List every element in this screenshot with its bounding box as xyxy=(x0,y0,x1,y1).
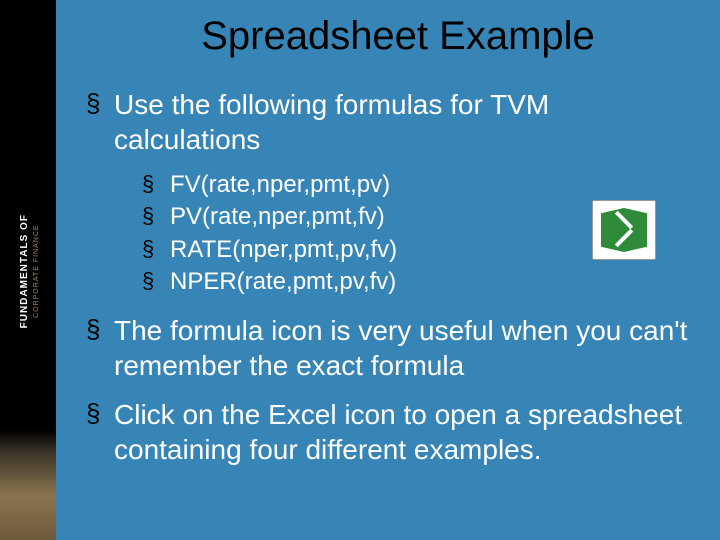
sub-bullet-text: FV(rate,nper,pmt,pv) xyxy=(170,171,390,198)
slide-title: Spreadsheet Example xyxy=(86,14,690,59)
spine-line1: FUNDAMENTALS OF xyxy=(19,151,31,391)
book-spine-text: FUNDAMENTALS OF CORPORATE FINANCE xyxy=(19,151,41,391)
excel-icon-glyph xyxy=(601,208,647,252)
bullet-text: Use the following formulas for TVM calcu… xyxy=(114,89,549,155)
bullet-text: The formula icon is very useful when you… xyxy=(114,315,687,381)
spine-line2: CORPORATE FINANCE xyxy=(33,151,41,391)
bullet-list: Use the following formulas for TVM calcu… xyxy=(86,87,690,467)
sub-bullet-text: PV(rate,nper,pmt,fv) xyxy=(170,203,385,230)
spine-artwork xyxy=(0,430,56,540)
sub-bullet-item: NPER(rate,pmt,pv,fv) xyxy=(114,266,690,298)
excel-icon[interactable] xyxy=(592,200,656,260)
slide-content: Spreadsheet Example Use the following fo… xyxy=(56,0,720,540)
sub-bullet-text: NPER(rate,pmt,pv,fv) xyxy=(170,268,396,295)
sub-bullet-text: RATE(nper,pmt,pv,fv) xyxy=(170,236,397,263)
sub-bullet-item: FV(rate,nper,pmt,pv) xyxy=(114,169,690,201)
bullet-item: Use the following formulas for TVM calcu… xyxy=(86,87,690,299)
bullet-item: The formula icon is very useful when you… xyxy=(86,313,690,383)
book-spine-sidebar: FUNDAMENTALS OF CORPORATE FINANCE xyxy=(0,0,56,540)
bullet-text: Click on the Excel icon to open a spread… xyxy=(114,399,682,465)
bullet-item: Click on the Excel icon to open a spread… xyxy=(86,397,690,467)
